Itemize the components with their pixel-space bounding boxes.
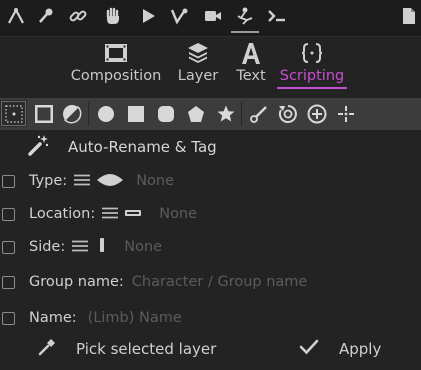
side-row: Side: None <box>0 234 162 260</box>
location-checkbox[interactable] <box>2 207 15 221</box>
tab-scripting-label: Scripting <box>279 68 345 84</box>
group-name-checkbox[interactable] <box>2 275 15 289</box>
menu-icon[interactable] <box>73 172 91 191</box>
group-name-row: Group name: Character / Group name <box>0 269 307 295</box>
polygon-shape-button[interactable] <box>182 100 209 127</box>
square-outline-button[interactable] <box>30 100 57 127</box>
auto-rename-label: Auto-Rename & Tag <box>68 138 217 156</box>
auto-rename-button[interactable]: Auto-Rename & Tag <box>26 133 217 161</box>
rotate-target-button[interactable] <box>274 100 301 127</box>
rounded-rect-button[interactable] <box>152 100 179 127</box>
type-label: Type: <box>29 173 68 189</box>
toolbar-separator <box>88 102 89 126</box>
vertical-bar-icon <box>94 237 110 257</box>
tab-text-label: Text <box>236 68 266 84</box>
add-circle-button[interactable] <box>303 100 330 127</box>
type-value[interactable]: None <box>136 173 174 189</box>
terminal-icon[interactable] <box>267 6 287 26</box>
side-value[interactable]: None <box>124 239 162 255</box>
checkmark-icon <box>299 338 319 360</box>
square-shape-button[interactable] <box>122 100 149 127</box>
star-shape-button[interactable] <box>212 100 239 127</box>
rig-icon[interactable] <box>235 6 255 26</box>
camera-icon[interactable] <box>203 6 223 26</box>
tab-active-indicator <box>277 87 347 89</box>
name-checkbox[interactable] <box>2 311 15 325</box>
location-label: Location: <box>29 206 96 222</box>
pin-tool-button[interactable] <box>245 100 272 127</box>
top-toolbar <box>0 0 421 37</box>
magic-wand-icon <box>26 133 50 161</box>
pick-layer-label: Pick selected layer <box>76 340 217 358</box>
flat-bar-icon <box>124 205 142 224</box>
location-row: Location: None <box>0 201 197 227</box>
crosshair-button[interactable] <box>332 100 359 127</box>
shape-toolbar <box>0 98 421 130</box>
name-label: Name: <box>29 310 77 326</box>
apply-button[interactable]: Apply <box>299 336 381 362</box>
toolbar-active-indicator <box>231 31 259 33</box>
type-row: Type: None <box>0 168 174 194</box>
tab-composition[interactable]: Composition <box>70 40 162 86</box>
name-row: Name: (Limb) Name <box>0 305 182 331</box>
circle-shape-button[interactable] <box>92 100 119 127</box>
hand-icon[interactable] <box>103 6 123 26</box>
tab-layer[interactable]: Layer <box>175 40 221 86</box>
tab-layer-label: Layer <box>177 68 219 84</box>
menu-icon[interactable] <box>71 238 89 257</box>
text-icon <box>232 40 270 66</box>
eyedropper-icon <box>38 338 56 360</box>
side-checkbox[interactable] <box>2 240 15 254</box>
group-name-input[interactable]: Character / Group name <box>132 274 308 290</box>
menu-icon[interactable] <box>101 205 119 224</box>
braces-icon <box>277 40 347 66</box>
tab-scripting[interactable]: Scripting <box>277 40 347 89</box>
diamond-shape-icon <box>96 172 124 191</box>
apply-label: Apply <box>339 340 382 358</box>
animation-icon[interactable] <box>6 6 26 26</box>
half-circle-button[interactable] <box>58 100 85 127</box>
play-icon[interactable] <box>138 6 158 26</box>
group-name-label: Group name: <box>29 274 124 290</box>
name-input[interactable]: (Limb) Name <box>88 310 182 326</box>
location-value[interactable]: None <box>159 206 197 222</box>
side-label: Side: <box>29 239 66 255</box>
document-icon[interactable] <box>399 6 419 26</box>
pick-layer-button[interactable]: Pick selected layer <box>38 336 216 362</box>
tab-composition-label: Composition <box>70 68 162 84</box>
bone-icon[interactable] <box>169 6 189 26</box>
type-checkbox[interactable] <box>2 174 15 188</box>
link-icon[interactable] <box>68 6 88 26</box>
null-object-button[interactable] <box>0 100 27 127</box>
film-icon <box>70 40 162 66</box>
toolbar-separator <box>241 102 242 126</box>
pin-icon[interactable] <box>36 6 56 26</box>
layers-icon <box>175 40 221 66</box>
tab-text[interactable]: Text <box>232 40 270 86</box>
